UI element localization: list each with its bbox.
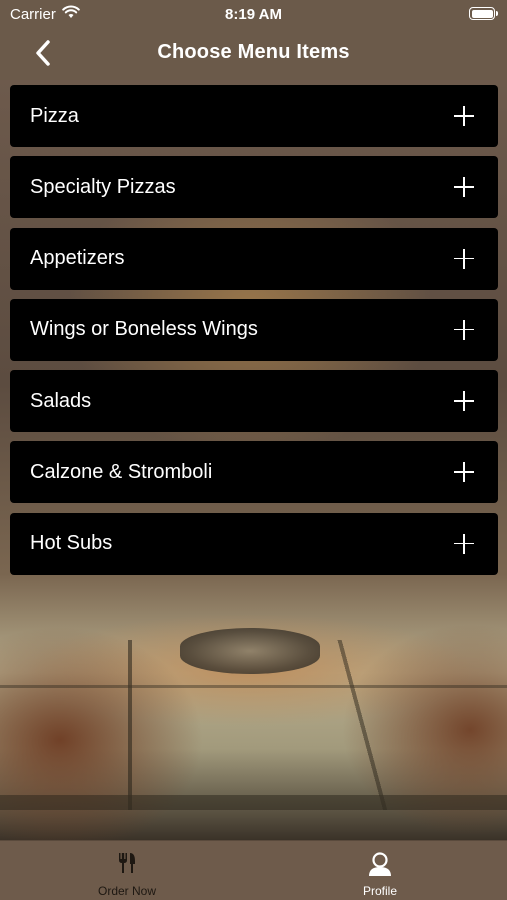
tab-label: Profile xyxy=(362,884,397,898)
plus-icon[interactable] xyxy=(454,319,474,340)
background-pizza-stand xyxy=(180,628,320,674)
menu-item-hot-subs[interactable]: Hot Subs xyxy=(10,512,498,575)
menu-item-label: Salads xyxy=(30,389,92,412)
tab-profile[interactable]: Profile xyxy=(253,841,507,900)
person-icon xyxy=(369,852,391,876)
menu-item-label: Calzone & Stromboli xyxy=(30,460,213,483)
plus-icon[interactable] xyxy=(454,533,474,554)
menu-item-salads[interactable]: Salads xyxy=(10,370,498,433)
menu-item-pizza[interactable]: Pizza xyxy=(10,85,498,147)
menu-item-appetizers[interactable]: Appetizers xyxy=(10,227,498,290)
plus-icon[interactable] xyxy=(454,106,474,126)
menu-item-label: Hot Subs xyxy=(30,532,113,555)
menu-item-label: Appetizers xyxy=(30,247,125,270)
plus-icon[interactable] xyxy=(454,248,474,269)
status-time: 8:19 AM xyxy=(225,6,282,23)
battery-icon xyxy=(469,7,498,20)
menu-item-label: Specialty Pizzas xyxy=(30,175,176,198)
utensils-icon xyxy=(119,853,135,873)
menu-item-calzone-stromboli[interactable]: Calzone & Stromboli xyxy=(10,441,498,504)
tab-bar: Order Now Profile xyxy=(0,840,507,900)
status-bar: Carrier 8:19 AM xyxy=(0,0,507,30)
plus-icon[interactable] xyxy=(454,462,474,483)
tab-order-now[interactable]: Order Now xyxy=(0,841,254,900)
page-title: Choose Menu Items xyxy=(157,41,350,63)
menu-item-specialty-pizzas[interactable]: Specialty Pizzas xyxy=(10,156,498,219)
tab-label: Order Now xyxy=(97,884,156,898)
menu-category-list: Pizza Specialty Pizzas Appetizers Wings … xyxy=(10,85,498,584)
navigation-bar: Choose Menu Items xyxy=(0,30,507,80)
menu-item-wings[interactable]: Wings or Boneless Wings xyxy=(10,298,498,361)
menu-item-label: Pizza xyxy=(30,104,79,127)
menu-item-label: Wings or Boneless Wings xyxy=(30,318,258,341)
plus-icon[interactable] xyxy=(454,391,474,412)
plus-icon[interactable] xyxy=(454,177,474,198)
